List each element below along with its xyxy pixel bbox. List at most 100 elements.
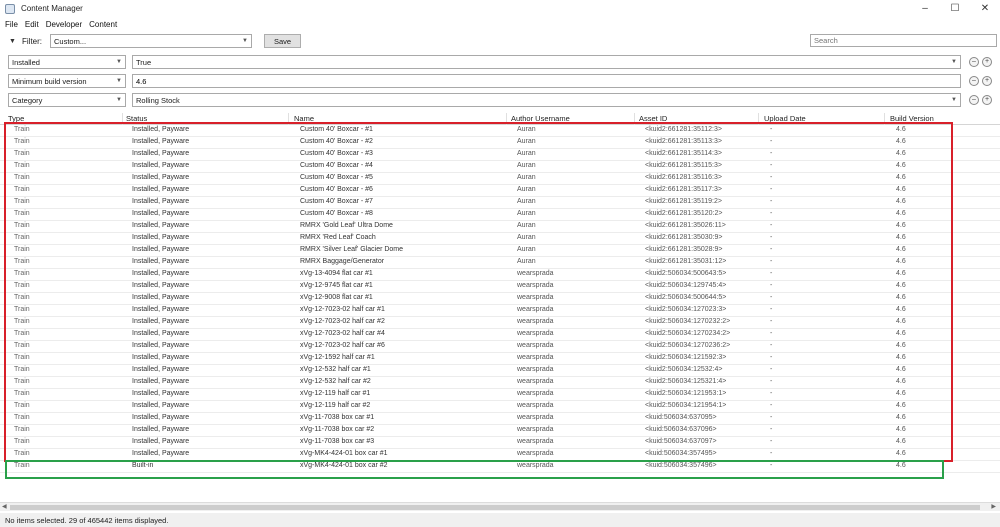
cell-type: Train — [14, 246, 30, 253]
cell-asset-id: <kuid2:661281:35116:3> — [645, 174, 722, 181]
table-row[interactable]: Train Installed, Payware RMRX Baggage/Gene… — [0, 257, 1000, 269]
criterion-value-dropdown[interactable]: Rolling Stock ▼ — [132, 93, 961, 107]
table-row[interactable]: Train Installed, Payware Custom 40' Boxcar… — [0, 185, 1000, 197]
table-row[interactable]: Train Installed, Payware xVg-12-1592 half … — [0, 353, 1000, 365]
criterion-field-dropdown[interactable]: Category ▼ — [8, 93, 126, 107]
column-header-build-version[interactable]: Build Version — [890, 114, 934, 123]
filter-preset-dropdown[interactable]: Custom... ▼ — [50, 34, 252, 48]
add-criterion-icon[interactable]: + — [982, 57, 992, 67]
cell-asset-id: <kuid:506034:637097> — [645, 438, 717, 445]
criterion-value-dropdown[interactable]: True ▼ — [132, 55, 961, 69]
save-filter-button[interactable]: Save — [264, 34, 301, 48]
column-header-type[interactable]: Type — [8, 114, 24, 123]
table-row[interactable]: Train Installed, Payware xVg-12-7023-02 ha… — [0, 317, 1000, 329]
remove-criterion-icon[interactable]: – — [969, 57, 979, 67]
column-divider[interactable] — [758, 113, 759, 125]
table-row[interactable]: Train Installed, Payware xVg-12-7023-02 ha… — [0, 341, 1000, 353]
remove-criterion-icon[interactable]: – — [969, 76, 979, 86]
cell-build-version: 4.6 — [896, 462, 906, 469]
cell-build-version: 4.6 — [896, 378, 906, 385]
scrollbar-thumb[interactable] — [10, 505, 980, 510]
menu-developer[interactable]: Developer — [46, 20, 82, 29]
table-row[interactable]: Train Installed, Payware xVg-MK4-424-01 bo… — [0, 449, 1000, 461]
close-button[interactable]: ✕ — [970, 0, 1000, 17]
cell-name: xVg-MK4-424-01 box car #2 — [300, 462, 388, 469]
table-row[interactable]: Train Installed, Payware xVg-12-7023-02 ha… — [0, 305, 1000, 317]
table-row[interactable]: Train Installed, Payware Custom 40' Boxcar… — [0, 173, 1000, 185]
table-row[interactable]: Train Installed, Payware xVg-11-7038 box c… — [0, 425, 1000, 437]
cell-asset-id: <kuid2:661281:35026:11> — [645, 222, 726, 229]
cell-author: Auran — [517, 150, 536, 157]
table-row[interactable]: Train Built-in xVg-MK4-424-01 box car #2 we… — [0, 461, 1000, 473]
cell-asset-id: <kuid:506034:357495> — [645, 450, 717, 457]
cell-status: Installed, Payware — [132, 210, 190, 217]
column-divider[interactable] — [634, 113, 635, 125]
cell-type: Train — [14, 354, 30, 361]
chevron-down-icon: ▼ — [116, 78, 122, 84]
table-row[interactable]: Train Installed, Payware Custom 40' Boxcar… — [0, 149, 1000, 161]
minimize-button[interactable]: – — [910, 0, 940, 17]
table-row[interactable]: Train Installed, Payware xVg-12-119 half c… — [0, 401, 1000, 413]
table-row[interactable]: Train Installed, Payware RMRX 'Gold Leaf' … — [0, 221, 1000, 233]
cell-build-version: 4.6 — [896, 426, 906, 433]
column-divider[interactable] — [122, 113, 123, 125]
table-row[interactable]: Train Installed, Payware xVg-11-7038 box c… — [0, 437, 1000, 449]
column-header-name[interactable]: Name — [294, 114, 314, 123]
cell-status: Installed, Payware — [132, 222, 190, 229]
column-header-author[interactable]: Author Username — [511, 114, 570, 123]
table-row[interactable]: Train Installed, Payware xVg-13-4094 flat … — [0, 269, 1000, 281]
column-header-asset-id[interactable]: Asset ID — [639, 114, 667, 123]
criterion-field-value: Category — [12, 95, 43, 105]
criterion-field-dropdown[interactable]: Installed ▼ — [8, 55, 126, 69]
cell-name: RMRX 'Gold Leaf' Ultra Dome — [300, 222, 393, 229]
cell-status: Installed, Payware — [132, 414, 190, 421]
scroll-left-icon[interactable]: ◀ — [2, 503, 7, 510]
add-criterion-icon[interactable]: + — [982, 76, 992, 86]
cell-name: xVg-11-7038 box car #1 — [300, 414, 375, 421]
cell-name: xVg-13-4094 flat car #1 — [300, 270, 373, 277]
cell-status: Installed, Payware — [132, 174, 190, 181]
maximize-button[interactable]: ☐ — [940, 0, 970, 17]
column-header-upload-date[interactable]: Upload Date — [764, 114, 806, 123]
add-criterion-icon[interactable]: + — [982, 95, 992, 105]
criterion-field-dropdown[interactable]: Minimum build version ▼ — [8, 74, 126, 88]
column-divider[interactable] — [884, 113, 885, 125]
table-row[interactable]: Train Installed, Payware Custom 40' Boxcar… — [0, 161, 1000, 173]
column-header-status[interactable]: Status — [126, 114, 147, 123]
cell-upload-date: - — [770, 186, 773, 193]
filter-collapse-icon[interactable]: ▼ — [9, 38, 16, 45]
menu-edit[interactable]: Edit — [25, 20, 39, 29]
cell-author: wearsprada — [517, 306, 554, 313]
cell-author: Auran — [517, 234, 536, 241]
table-row[interactable]: Train Installed, Payware Custom 40' Boxcar… — [0, 137, 1000, 149]
table-row[interactable]: Train Installed, Payware xVg-12-9008 flat … — [0, 293, 1000, 305]
table-row[interactable]: Train Installed, Payware xVg-11-7038 box c… — [0, 413, 1000, 425]
cell-name: xVg-12-7023-02 half car #6 — [300, 342, 385, 349]
table-row[interactable]: Train Installed, Payware xVg-12-532 half c… — [0, 365, 1000, 377]
cell-status: Installed, Payware — [132, 402, 190, 409]
column-divider[interactable] — [506, 113, 507, 125]
table-row[interactable]: Train Installed, Payware xVg-12-7023-02 ha… — [0, 329, 1000, 341]
cell-author: Auran — [517, 186, 536, 193]
table-row[interactable]: Train Installed, Payware RMRX 'Red Leaf' C… — [0, 233, 1000, 245]
remove-criterion-icon[interactable]: – — [969, 95, 979, 105]
table-row[interactable]: Train Installed, Payware xVg-12-119 half c… — [0, 389, 1000, 401]
search-input[interactable] — [810, 34, 997, 47]
menu-file[interactable]: File — [5, 20, 18, 29]
cell-asset-id: <kuid2:506034:1270234:2> — [645, 330, 731, 337]
cell-type: Train — [14, 186, 30, 193]
table-row[interactable]: Train Installed, Payware xVg-12-9745 flat … — [0, 281, 1000, 293]
menu-content[interactable]: Content — [89, 20, 117, 29]
cell-type: Train — [14, 426, 30, 433]
table-row[interactable]: Train Installed, Payware Custom 40' Boxcar… — [0, 125, 1000, 137]
criterion-value: Rolling Stock — [136, 95, 180, 105]
scroll-right-icon[interactable]: ▶ — [991, 503, 996, 510]
horizontal-scrollbar[interactable]: ◀ ▶ — [0, 502, 1000, 511]
cell-name: RMRX Baggage/Generator — [300, 258, 385, 265]
criterion-value-input[interactable] — [132, 74, 961, 88]
column-divider[interactable] — [288, 113, 289, 125]
table-row[interactable]: Train Installed, Payware xVg-12-532 half c… — [0, 377, 1000, 389]
table-row[interactable]: Train Installed, Payware Custom 40' Boxcar… — [0, 209, 1000, 221]
table-row[interactable]: Train Installed, Payware RMRX 'Silver Leaf… — [0, 245, 1000, 257]
table-row[interactable]: Train Installed, Payware Custom 40' Boxcar… — [0, 197, 1000, 209]
